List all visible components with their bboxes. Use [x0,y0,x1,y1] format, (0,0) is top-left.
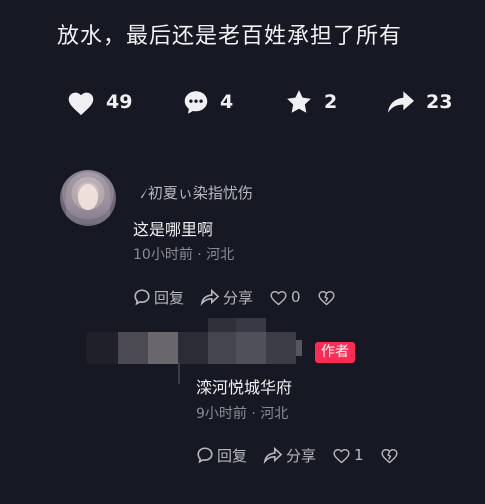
share-count: 23 [426,91,453,113]
share-arrow-icon [388,91,414,113]
share-label: 分享 [223,288,254,307]
share-icon [200,288,220,306]
heart-icon [68,92,94,115]
favorite-count: 2 [324,91,338,113]
reply-bubble-icon [134,289,150,306]
reply-dislike-button[interactable] [380,447,399,464]
share-button[interactable]: 23 [386,82,452,122]
blurred-avatar-username [86,318,302,368]
comment-toolbar: 回复 分享 0 [133,286,352,308]
comment-like-button[interactable]: 0 [269,288,301,306]
share-label: 分享 [286,446,317,465]
comment-panel: 放水，最后还是老百姓承担了所有 49 4 2 23 ৴初夏ぃ染指忧伤 这是哪里啊… [0,0,485,504]
reply-meta: 9小时前 · 河北 [196,406,289,422]
avatar[interactable] [60,170,116,226]
action-bar: 49 4 2 23 [0,82,485,122]
reply-like-button[interactable]: 1 [332,446,364,464]
author-badge: 作者 [315,342,355,363]
reply-label: 回复 [154,288,185,307]
broken-heart-icon [381,448,398,463]
share-comment-button[interactable]: 分享 [200,287,253,308]
comment-count: 4 [220,91,234,113]
video-caption: 放水，最后还是老百姓承担了所有 [57,24,403,49]
like-button[interactable]: 49 [66,82,132,122]
reply-button[interactable]: 回复 [133,287,184,308]
like-count: 49 [106,91,133,113]
comment-username[interactable]: ৴初夏ぃ染指忧伤 [140,182,253,207]
reply-toolbar: 回复 分享 1 [196,444,415,466]
share-icon [263,446,283,464]
comment-button[interactable]: 4 [182,82,233,122]
reply-share-button[interactable]: 分享 [263,445,316,466]
comment-like-count: 0 [291,288,301,306]
star-icon [287,90,311,113]
favorite-button[interactable]: 2 [284,82,337,122]
heart-outline-icon [270,290,287,305]
reply-reply-button[interactable]: 回复 [196,445,247,466]
heart-outline-icon [333,448,350,463]
reply-like-count: 1 [354,446,364,464]
reply-bubble-icon [197,447,213,464]
reply-text: 滦河悦城华府 [196,378,293,397]
dislike-button[interactable] [317,289,336,306]
comment-icon [184,90,208,114]
comment-meta: 10小时前 · 河北 [133,247,235,263]
broken-heart-icon [318,290,335,305]
comment-text: 这是哪里啊 [133,220,214,239]
reply-label: 回复 [217,446,248,465]
